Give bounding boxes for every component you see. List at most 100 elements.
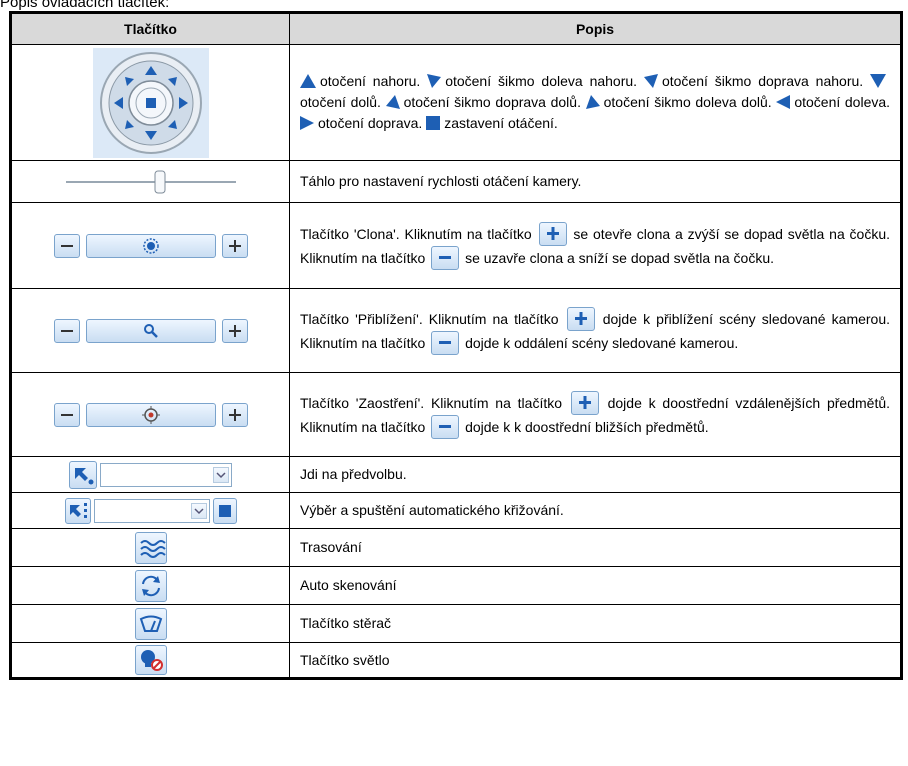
zoom-icon <box>143 323 158 338</box>
scan-cell <box>10 566 290 605</box>
zoom-text-c: dojde k oddálení scény sledované kamerou… <box>465 334 739 351</box>
ptz-text-down: otočení dolů. <box>300 94 381 110</box>
arrow-down-icon <box>870 74 887 88</box>
preset-select[interactable] <box>100 462 232 487</box>
iris-text-c: se uzavře clona a sníží se dopad světla … <box>465 249 775 266</box>
focus-cell <box>10 372 290 457</box>
arrow-up-right-icon <box>643 74 658 88</box>
wiper-button[interactable] <box>134 607 167 640</box>
minus-icon <box>431 245 460 270</box>
arrow-left-icon <box>776 95 791 109</box>
focus-text-c: dojde k k doostřední bližších předmětů. <box>465 418 709 435</box>
trace-button[interactable] <box>134 531 167 564</box>
patrol-select[interactable] <box>93 498 210 523</box>
patrol-cell <box>10 492 290 529</box>
ptz-text-down-left: otočení šikmo doleva dolů. <box>603 94 772 110</box>
chevron-down-icon <box>213 466 229 483</box>
plus-icon <box>570 390 599 415</box>
table-row: Trasování <box>10 528 902 567</box>
table-row: Tlačítko 'Přiblížení'. Kliknutím na tlač… <box>10 288 902 373</box>
trace-wave-icon <box>139 539 166 558</box>
focus-description: Tlačítko 'Zaostření'. Kliknutím na tlačí… <box>289 372 902 457</box>
table-row: Tlačítko 'Zaostření'. Kliknutím na tlačí… <box>10 372 902 457</box>
table-row: Táhlo pro nastavení rychlosti otáčení ka… <box>10 160 902 203</box>
light-cell <box>10 642 290 679</box>
speed-cell <box>10 160 290 203</box>
table-row: Výběr a spuštění automatického křižování… <box>10 492 902 529</box>
focus-near-button[interactable] <box>53 402 80 427</box>
arrow-right-icon <box>300 116 314 130</box>
wiper-icon <box>139 615 162 632</box>
zoom-bar[interactable] <box>85 318 216 343</box>
ptz-text-up-right: otočení šikmo doprava nahoru. <box>661 73 864 89</box>
header-description: Popis <box>289 12 902 45</box>
light-off-icon <box>140 650 163 671</box>
speed-slider[interactable] <box>61 167 241 197</box>
plus-icon <box>566 306 595 331</box>
iris-bar[interactable] <box>85 233 216 258</box>
zoom-out-button[interactable] <box>53 318 80 343</box>
zoom-in-button[interactable] <box>221 318 248 343</box>
button-description-table: Tlačítko Popis otočení nahoru. otočení š… <box>9 11 903 680</box>
table-row: otočení nahoru. otočení šikmo doleva nah… <box>10 44 902 161</box>
zoom-cell <box>10 288 290 373</box>
slider-handle <box>154 170 165 193</box>
minus-icon <box>431 330 460 355</box>
focus-icon <box>141 405 160 424</box>
table-row: Jdi na předvolbu. <box>10 456 902 493</box>
scan-description: Auto skenování <box>289 566 902 605</box>
arrow-down-right-icon <box>385 95 400 109</box>
iris-description: Tlačítko 'Clona'. Kliknutím na tlačítko … <box>289 202 902 289</box>
preset-cell <box>10 456 290 493</box>
ptz-text-down-right: otočení šikmo doprava dolů. <box>403 94 581 110</box>
patrol-button[interactable] <box>64 497 91 524</box>
trace-description: Trasování <box>289 528 902 567</box>
patrol-stop-button[interactable] <box>212 497 237 524</box>
light-button[interactable] <box>134 645 167 675</box>
ptz-description: otočení nahoru. otočení šikmo doleva nah… <box>289 44 902 161</box>
table-header-row: Tlačítko Popis <box>10 12 902 45</box>
auto-scan-icon <box>141 575 160 596</box>
wiper-cell <box>10 604 290 643</box>
zoom-text-a: Tlačítko 'Přiblížení'. Kliknutím na tlač… <box>300 310 559 327</box>
zoom-description: Tlačítko 'Přiblížení'. Kliknutím na tlač… <box>289 288 902 373</box>
patrol-description: Výběr a spuštění automatického křižování… <box>289 492 902 529</box>
minus-icon <box>431 414 460 439</box>
patrol-icon <box>69 502 87 518</box>
focus-text-a: Tlačítko 'Zaostření'. Kliknutím na tlačí… <box>300 394 563 411</box>
focus-far-button[interactable] <box>221 402 248 427</box>
table-row: Tlačítko 'Clona'. Kliknutím na tlačítko … <box>10 202 902 289</box>
ptz-text-stop: zastavení otáčení. <box>444 115 558 131</box>
stop-icon <box>426 116 441 130</box>
preset-goto-icon <box>75 467 94 484</box>
chevron-down-icon <box>190 502 207 519</box>
auto-scan-button[interactable] <box>134 569 167 602</box>
ptz-direction-pad-icon[interactable] <box>92 47 209 158</box>
iris-close-button[interactable] <box>53 233 80 258</box>
iris-cell <box>10 202 290 289</box>
ptz-text-left: otočení doleva. <box>794 94 891 110</box>
header-button: Tlačítko <box>10 12 290 45</box>
ptz-text-right: otočení doprava. <box>318 115 423 131</box>
focus-bar[interactable] <box>85 402 216 427</box>
iris-open-button[interactable] <box>221 233 248 258</box>
preset-goto-button[interactable] <box>69 460 97 489</box>
stop-icon <box>218 504 231 517</box>
iris-icon <box>142 237 159 254</box>
ptz-text-up-left: otočení šikmo doleva nahoru. <box>445 73 638 89</box>
arrow-up-left-icon <box>427 74 442 88</box>
arrow-up-icon <box>300 74 316 88</box>
table-row: Auto skenování <box>10 566 902 605</box>
table-row: Tlačítko stěrač <box>10 604 902 643</box>
table-row: Tlačítko světlo <box>10 642 902 679</box>
iris-text-a: Tlačítko 'Clona'. Kliknutím na tlačítko <box>300 225 532 242</box>
arrow-down-left-icon <box>585 95 600 109</box>
plus-icon <box>538 221 567 246</box>
wiper-description: Tlačítko stěrač <box>289 604 902 643</box>
trace-cell <box>10 528 290 567</box>
ptz-cell <box>10 44 290 161</box>
speed-description: Táhlo pro nastavení rychlosti otáčení ka… <box>289 160 902 203</box>
ptz-text-up: otočení nahoru. <box>320 73 421 89</box>
light-description: Tlačítko světlo <box>289 642 902 679</box>
preset-description: Jdi na předvolbu. <box>289 456 902 493</box>
